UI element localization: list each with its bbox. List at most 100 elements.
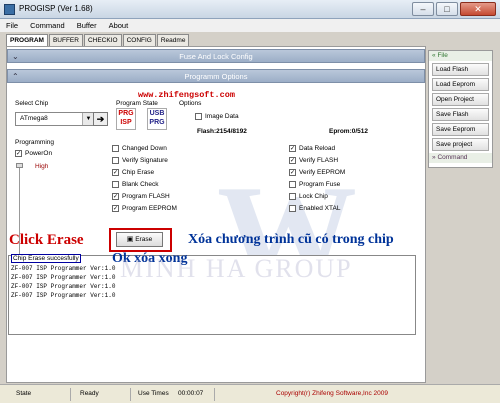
state-label: State bbox=[16, 390, 32, 397]
log-line: Chip Erase succesfully bbox=[11, 254, 81, 263]
enabled-xtal-checkbox[interactable]: Enabled XTAL bbox=[289, 205, 340, 212]
use-times-value: 00:00:07 bbox=[178, 390, 204, 397]
file-section-title: File bbox=[437, 52, 448, 59]
program-options-bar[interactable]: ⌃ Programm Options bbox=[7, 69, 425, 83]
chip-select-value: ATmega8 bbox=[20, 115, 48, 122]
status-divider bbox=[214, 388, 215, 401]
log-line: ZF-007 ISP Programmer Ver:1.0 bbox=[11, 283, 116, 290]
save-eeprom-button[interactable]: Save Eeprom bbox=[432, 123, 489, 136]
load-eeprom-button[interactable]: Load Eeprom bbox=[432, 78, 489, 91]
check-icon: ✓ bbox=[112, 169, 119, 176]
program-eeprom-checkbox[interactable]: ✓ Program EEPROM bbox=[112, 205, 177, 212]
check-icon: ✓ bbox=[112, 205, 119, 212]
chip-erase-label: Chip Erase bbox=[122, 169, 155, 176]
tab-config[interactable]: CONFIG bbox=[122, 34, 156, 46]
program-state-label: Program State bbox=[116, 100, 158, 107]
prg-isp-logo: PRG ISP bbox=[116, 108, 136, 130]
chip-select[interactable]: ATmega8 ▼ bbox=[15, 112, 95, 126]
command-section-header[interactable]: » Command bbox=[429, 153, 492, 163]
log-line: ZF-007 ISP Programmer Ver:1.0 bbox=[11, 274, 116, 281]
use-times-label: Use Times bbox=[138, 390, 169, 397]
program-options-title: Programm Options bbox=[184, 72, 248, 81]
data-reload-checkbox[interactable]: ✓ Data Reload bbox=[289, 145, 335, 152]
program-fuse-label: Program Fuse bbox=[299, 181, 341, 188]
image-data-checkbox[interactable]: Image Data bbox=[195, 113, 239, 120]
blank-check-checkbox[interactable]: Blank Check bbox=[112, 181, 159, 188]
app-icon bbox=[4, 4, 15, 15]
erase-button[interactable]: ▣ Erase bbox=[116, 232, 163, 247]
verify-flash-checkbox[interactable]: ✓ Verify FLASH bbox=[289, 157, 338, 164]
url-watermark: www.zhifengsoft.com bbox=[138, 90, 235, 100]
state-value: Ready bbox=[80, 390, 99, 397]
title-bar: PROGISP (Ver 1.68) – □ ✕ bbox=[0, 0, 500, 19]
log-line: ZF-007 ISP Programmer Ver:1.0 bbox=[11, 292, 116, 299]
load-flash-button[interactable]: Load Flash bbox=[432, 63, 489, 76]
verify-eeprom-checkbox[interactable]: ✓ Verify EEPROM bbox=[289, 169, 345, 176]
poweron-checkbox[interactable]: ✓ PowerOn bbox=[15, 150, 52, 157]
lock-chip-label: Lock Chip bbox=[299, 193, 328, 200]
chevron-down-icon: ⌄ bbox=[12, 52, 19, 61]
arrow-right-button[interactable]: ➔ bbox=[93, 112, 108, 126]
tab-readme[interactable]: Readme bbox=[156, 34, 190, 46]
check-icon: ✓ bbox=[112, 193, 119, 200]
annotation-erase-description: Xóa chương trình cũ có trong chip bbox=[188, 232, 394, 247]
status-divider bbox=[130, 388, 131, 401]
check-icon: ✓ bbox=[289, 157, 296, 164]
save-project-button[interactable]: Save project bbox=[432, 138, 489, 151]
chevron-icon: » bbox=[432, 154, 436, 161]
close-button[interactable]: ✕ bbox=[460, 2, 496, 16]
lock-chip-checkbox[interactable]: Lock Chip bbox=[289, 193, 328, 200]
check-icon: ✓ bbox=[289, 169, 296, 176]
changed-down-label: Changed Down bbox=[122, 145, 167, 152]
check-icon: ✓ bbox=[289, 145, 296, 152]
verify-signature-checkbox[interactable]: Verify Signature bbox=[112, 157, 168, 164]
status-divider bbox=[70, 388, 71, 401]
usb-prg-logo: USB PRG bbox=[147, 108, 167, 130]
status-bar: State Ready Use Times 00:00:07 Copyright… bbox=[0, 384, 500, 403]
checkbox-box bbox=[289, 193, 296, 200]
open-project-button[interactable]: Open Project bbox=[432, 93, 489, 106]
eprom-info: Eprom:0/512 bbox=[329, 128, 369, 135]
flash-info: Flash:2154/8192 bbox=[197, 128, 247, 135]
checkbox-box bbox=[289, 181, 296, 188]
maximize-button[interactable]: □ bbox=[436, 2, 458, 16]
select-chip-label: Select Chip bbox=[15, 100, 49, 107]
tab-strip: PROGRAM BUFFER CHECKIO CONFIG Readme bbox=[6, 34, 190, 46]
side-panel: « File Load Flash Load Eeprom Open Proje… bbox=[428, 50, 493, 168]
poweron-label: PowerOn bbox=[25, 150, 53, 157]
fuse-lock-bar[interactable]: ⌄ Fuse And Lock Config bbox=[7, 49, 425, 63]
window-title: PROGISP (Ver 1.68) bbox=[19, 4, 93, 13]
menu-about[interactable]: About bbox=[109, 19, 129, 32]
data-reload-label: Data Reload bbox=[299, 145, 336, 152]
checkbox-box bbox=[289, 205, 296, 212]
speed-high-label: High bbox=[35, 163, 49, 170]
enabled-xtal-label: Enabled XTAL bbox=[299, 205, 341, 212]
checkbox-box bbox=[112, 181, 119, 188]
program-flash-checkbox[interactable]: ✓ Program FLASH bbox=[112, 193, 170, 200]
menu-command[interactable]: Command bbox=[30, 19, 65, 32]
speed-slider-handle[interactable] bbox=[16, 163, 23, 168]
minimize-button[interactable]: – bbox=[412, 2, 434, 16]
checkbox-box bbox=[112, 145, 119, 152]
tab-program[interactable]: PROGRAM bbox=[6, 34, 48, 46]
menu-buffer[interactable]: Buffer bbox=[77, 19, 97, 32]
menu-file[interactable]: File bbox=[6, 19, 18, 32]
fuse-lock-title: Fuse And Lock Config bbox=[179, 52, 253, 61]
changed-down-checkbox[interactable]: Changed Down bbox=[112, 145, 167, 152]
tab-checkio[interactable]: CHECKIO bbox=[83, 34, 122, 46]
watermark-text: MINH HA GROUP bbox=[120, 254, 353, 283]
annotation-click-erase: Click Erase bbox=[9, 232, 84, 248]
program-fuse-checkbox[interactable]: Program Fuse bbox=[289, 181, 340, 188]
tab-buffer[interactable]: BUFFER bbox=[48, 34, 83, 46]
checkbox-box bbox=[112, 157, 119, 164]
programming-label: Programming bbox=[15, 139, 55, 146]
chip-erase-checkbox[interactable]: ✓ Chip Erase bbox=[112, 169, 154, 176]
eraser-icon: ▣ bbox=[126, 236, 134, 243]
file-section-header[interactable]: « File bbox=[429, 51, 492, 61]
verify-flash-label: Verify FLASH bbox=[299, 157, 339, 164]
copyright-text: Copyright(r) Zhifeng Software,Inc 2009 bbox=[276, 390, 388, 397]
erase-label: Erase bbox=[135, 236, 153, 243]
menu-bar: File Command Buffer About bbox=[0, 19, 500, 32]
command-section-title: Command bbox=[437, 154, 468, 161]
save-flash-button[interactable]: Save Flash bbox=[432, 108, 489, 121]
